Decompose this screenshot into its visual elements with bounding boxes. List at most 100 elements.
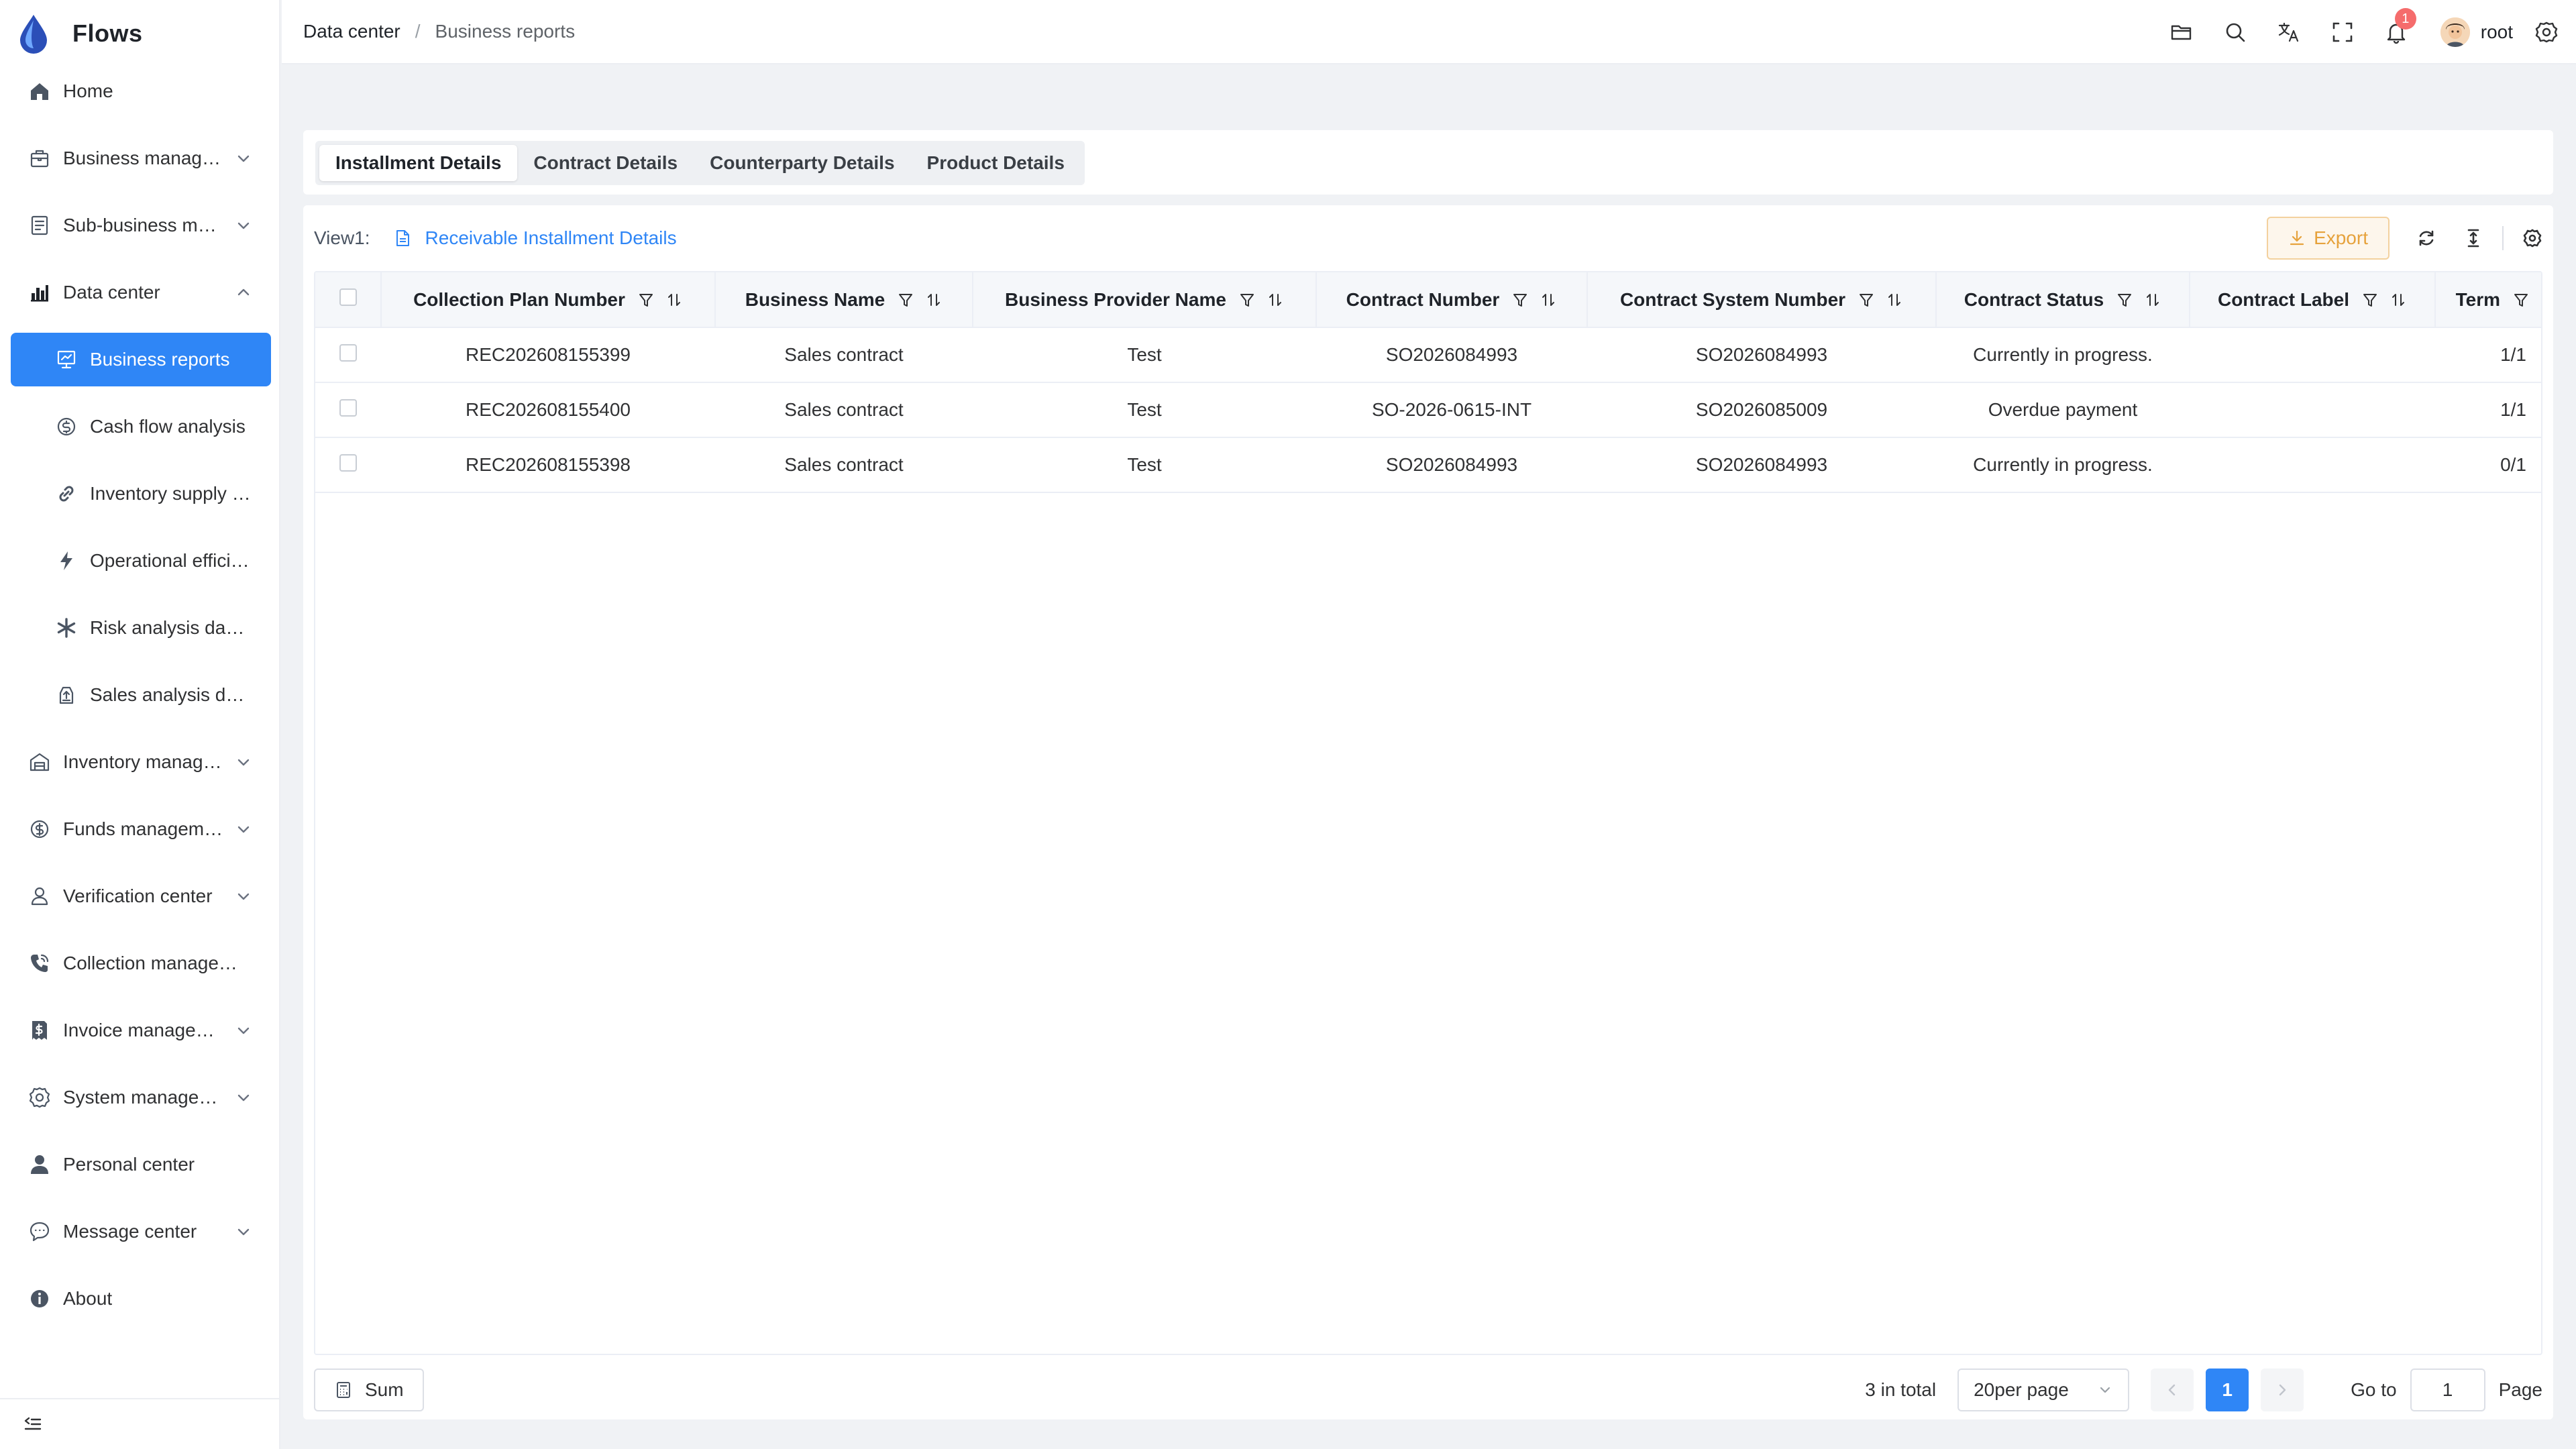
- message-icon: [30, 1222, 50, 1242]
- user-menu[interactable]: root: [2440, 17, 2513, 47]
- sidebar-item-personal-center[interactable]: Personal center: [11, 1138, 271, 1191]
- sidebar-item-verification-center[interactable]: Verification center: [11, 869, 271, 923]
- chevron-down-icon: [237, 1228, 250, 1236]
- filter-icon[interactable]: [897, 291, 914, 309]
- sort-icon[interactable]: [2144, 291, 2161, 309]
- sidebar-collapse-button[interactable]: [0, 1398, 280, 1449]
- filter-icon[interactable]: [1511, 291, 1529, 309]
- column-header-term: Term: [2435, 272, 2541, 328]
- sidebar-item-message-center[interactable]: Message center: [11, 1205, 271, 1258]
- sidebar-item-label: About: [63, 1288, 113, 1309]
- row-select-cell: [315, 382, 381, 437]
- briefcase-icon: [30, 150, 49, 168]
- sidebar-item-about[interactable]: About: [11, 1272, 271, 1326]
- next-page-button[interactable]: [2261, 1368, 2304, 1411]
- filter-icon[interactable]: [1238, 291, 1256, 309]
- tab-product-details[interactable]: Product Details: [911, 145, 1081, 181]
- sort-icon[interactable]: [1886, 291, 1903, 309]
- search-icon[interactable]: [2223, 20, 2247, 44]
- column-header-business-name: Business Name: [715, 272, 973, 328]
- sum-label: Sum: [365, 1379, 404, 1400]
- column-settings-icon[interactable]: [2522, 228, 2542, 248]
- filter-icon[interactable]: [2512, 291, 2530, 309]
- column-height-icon[interactable]: [2463, 228, 2483, 248]
- table-cell: SO2026084993: [1385, 344, 1518, 365]
- row-checkbox[interactable]: [339, 453, 357, 472]
- column-header-label: Contract Number: [1346, 288, 1500, 310]
- breadcrumb-data-center[interactable]: Data center: [303, 21, 400, 42]
- row-checkbox[interactable]: [339, 343, 357, 362]
- goto-label: Go to: [2351, 1379, 2397, 1400]
- table-cell: [2190, 437, 2435, 492]
- tab-counterparty-details[interactable]: Counterparty Details: [694, 145, 910, 181]
- sidebar-item-inventory-supply-chain[interactable]: Inventory supply chain: [11, 467, 271, 521]
- chevron-down-icon: [237, 222, 250, 229]
- page-size-select[interactable]: 20per page: [1957, 1368, 2130, 1411]
- app-logo[interactable]: Flows: [16, 15, 143, 54]
- table-cell: 1/1: [2500, 344, 2526, 365]
- sidebar-item-home[interactable]: Home: [11, 64, 271, 118]
- export-button[interactable]: Export: [2267, 217, 2390, 260]
- table-row[interactable]: REC202608155399 Sales contract Test SO20260…: [315, 327, 2541, 382]
- person-icon: [31, 1155, 48, 1174]
- table-row[interactable]: REC202608155398 Sales contract Test SO20260…: [315, 437, 2541, 492]
- page-number-button[interactable]: 1: [2206, 1368, 2249, 1411]
- sidebar-item-business-reports[interactable]: Business reports: [11, 333, 271, 386]
- tab-contract-details[interactable]: Contract Details: [517, 145, 694, 181]
- filter-icon[interactable]: [2361, 291, 2379, 309]
- sidebar-item-business-management[interactable]: Business management: [11, 131, 271, 185]
- table-cell: Sales contract: [784, 454, 904, 475]
- filter-icon[interactable]: [2116, 291, 2133, 309]
- sidebar-item-operational-efficiency[interactable]: Operational efficiency: [11, 534, 271, 588]
- invoice-icon: [32, 1021, 47, 1040]
- refresh-icon[interactable]: [2416, 228, 2436, 248]
- tab-installment-details[interactable]: Installment Details: [319, 145, 518, 181]
- sidebar-item-label: Business management: [63, 148, 227, 168]
- sort-icon[interactable]: [1540, 291, 1557, 309]
- report-tabs-card: Installment Details Contract Details Count…: [303, 130, 2553, 195]
- sidebar-item-cash-flow-analysis[interactable]: Cash flow analysis: [11, 400, 271, 453]
- chevron-down-icon: [237, 893, 250, 900]
- view-selector[interactable]: Receivable Installment Details: [393, 227, 677, 249]
- column-header-contract-status: Contract Status: [1936, 272, 2190, 328]
- table-cell: 0/1: [2500, 454, 2526, 475]
- sidebar-item-invoice-management[interactable]: Invoice management: [11, 1004, 271, 1057]
- folder-icon[interactable]: [2169, 20, 2194, 44]
- sum-button[interactable]: Sum: [314, 1368, 424, 1411]
- table-row[interactable]: REC202608155400 Sales contract Test SO-2026…: [315, 382, 2541, 437]
- table-cell: Test: [1127, 399, 1162, 420]
- notification-button[interactable]: 1: [2384, 8, 2416, 44]
- sort-icon[interactable]: [665, 291, 683, 309]
- fullscreen-icon[interactable]: [2330, 20, 2355, 44]
- sidebar-item-inventory-management[interactable]: Inventory management: [11, 735, 271, 789]
- pagination: 3 in total 20per page 1 Go to 1 Page: [1865, 1368, 2542, 1411]
- sidebar-item-sales-analysis-dashboard[interactable]: Sales analysis dashboard: [11, 668, 271, 722]
- home-icon: [31, 83, 48, 100]
- select-all-checkbox[interactable]: [339, 288, 357, 306]
- filter-icon[interactable]: [1858, 291, 1875, 309]
- filter-icon[interactable]: [637, 291, 655, 309]
- column-header-business-provider-name: Business Provider Name: [973, 272, 1317, 328]
- info-icon: [31, 1290, 48, 1307]
- sidebar-item-sub-business-management[interactable]: Sub-business management: [11, 199, 271, 252]
- sort-icon[interactable]: [2390, 291, 2407, 309]
- goto-page-input[interactable]: 1: [2410, 1368, 2485, 1411]
- sort-icon[interactable]: [1267, 291, 1284, 309]
- view-name: Receivable Installment Details: [425, 227, 677, 248]
- sidebar-item-label: Verification center: [63, 885, 213, 906]
- sidebar-item-system-management[interactable]: System management: [11, 1071, 271, 1124]
- breadcrumb-business-reports: Business reports: [435, 21, 576, 42]
- sort-icon[interactable]: [925, 291, 943, 309]
- sidebar-item-data-center[interactable]: Data center: [11, 266, 271, 319]
- chevron-down-icon: [237, 1027, 250, 1034]
- chevron-left-icon: [2168, 1384, 2176, 1396]
- sidebar-item-funds-management[interactable]: Funds management: [11, 802, 271, 856]
- row-checkbox[interactable]: [339, 398, 357, 417]
- sidebar-item-risk-analysis-dashboard[interactable]: Risk analysis dashboard: [11, 601, 271, 655]
- sidebar-item-label: Collection management: [63, 953, 252, 973]
- sidebar-item-collection-management[interactable]: Collection management: [11, 936, 271, 990]
- translate-icon[interactable]: [2277, 20, 2301, 44]
- prev-page-button[interactable]: [2151, 1368, 2194, 1411]
- settings-gear-icon[interactable]: [2534, 20, 2559, 44]
- table-cell: SO2026085009: [1695, 399, 1828, 420]
